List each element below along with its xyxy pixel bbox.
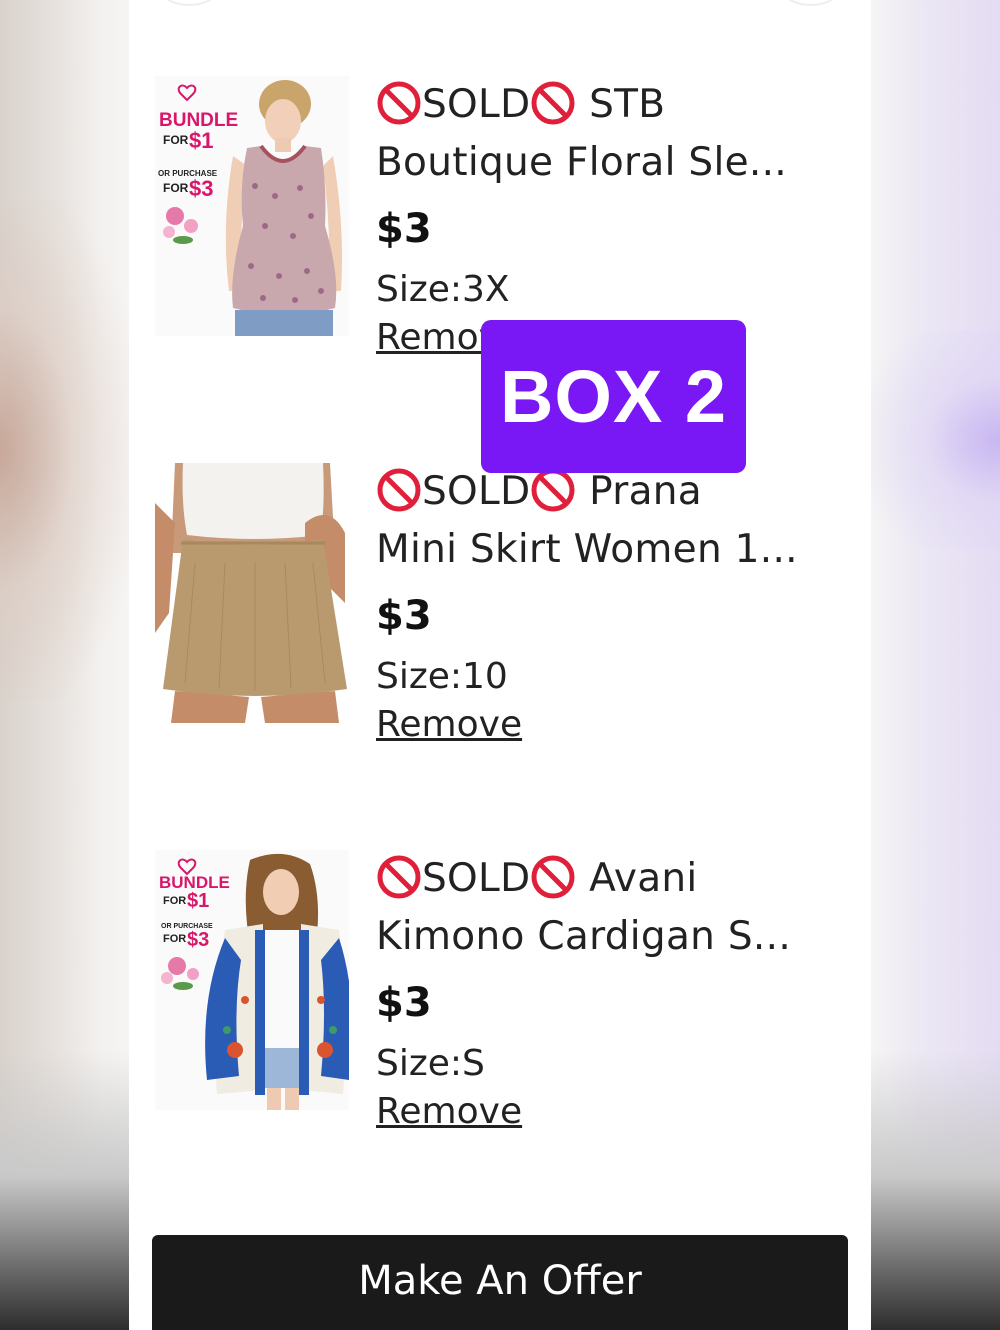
svg-text:$1: $1 (187, 890, 209, 912)
svg-text:$1: $1 (189, 128, 213, 153)
list-item: BUNDLE FOR $1 OR PURCHASE FOR $3 SOLD Av… (155, 850, 845, 1132)
item-title-line1: SOLD Avani (376, 850, 836, 908)
svg-text:FOR: FOR (163, 133, 189, 147)
floral-top-image: BUNDLE FOR $1 OR PURCHASE FOR $3 (155, 76, 349, 336)
size-value: 10 (462, 656, 508, 697)
prohibited-icon (376, 854, 422, 900)
mini-skirt-image (155, 463, 349, 723)
size-label: Size: (376, 1043, 463, 1084)
prohibited-icon (376, 467, 422, 513)
background-shadow-right (870, 1050, 1000, 1330)
item-size: Size:10 (376, 653, 836, 701)
prohibited-icon (530, 854, 576, 900)
list-item: BUNDLE FOR $1 OR PURCHASE FOR $3 SOLD ST… (155, 76, 845, 358)
background-blur-left (0, 200, 130, 700)
list-item: SOLD Prana Mini Skirt Women 1... $3 Size… (155, 463, 845, 745)
background-shadow-left (0, 1050, 130, 1330)
item-title-line2: Mini Skirt Women 1... (376, 527, 798, 572)
size-label: Size: (376, 269, 463, 310)
prohibited-icon (530, 80, 576, 126)
svg-text:$3: $3 (187, 929, 209, 951)
item-price: $3 (376, 593, 432, 639)
item-thumbnail-floral-top[interactable]: BUNDLE FOR $1 OR PURCHASE FOR $3 (155, 76, 349, 336)
brand-name: STB (589, 82, 666, 127)
brand-name: Avani (589, 856, 698, 901)
svg-text:FOR: FOR (163, 181, 189, 195)
size-value: 3X (462, 269, 510, 310)
background-blur-right (870, 330, 1000, 550)
make-offer-button[interactable]: Make An Offer (152, 1235, 848, 1330)
svg-text:FOR: FOR (163, 933, 186, 945)
kimono-cardigan-image: BUNDLE FOR $1 OR PURCHASE FOR $3 (155, 850, 349, 1110)
close-button-edge[interactable] (781, 0, 841, 6)
prohibited-icon (376, 80, 422, 126)
sold-label: SOLD (422, 856, 531, 901)
svg-text:$3: $3 (189, 176, 213, 201)
item-title-line2: Boutique Floral Sle... (376, 140, 787, 185)
size-value: S (462, 1043, 485, 1084)
box-overlay-label: BOX 2 (481, 320, 746, 473)
remove-link[interactable]: Remove (376, 701, 522, 749)
sold-label: SOLD (422, 469, 531, 514)
back-button-edge[interactable] (159, 0, 219, 6)
item-title-line1: SOLD STB (376, 76, 836, 134)
size-label: Size: (376, 656, 463, 697)
svg-text:FOR: FOR (163, 895, 186, 907)
item-price: $3 (376, 206, 432, 252)
sold-label: SOLD (422, 82, 531, 127)
item-title-line2: Kimono Cardigan S... (376, 914, 792, 959)
item-thumbnail-mini-skirt[interactable] (155, 463, 349, 723)
item-thumbnail-kimono-cardigan[interactable]: BUNDLE FOR $1 OR PURCHASE FOR $3 (155, 850, 349, 1110)
brand-name: Prana (589, 469, 703, 514)
item-size: Size:3X (376, 266, 836, 314)
prohibited-icon (530, 467, 576, 513)
remove-link[interactable]: Remove (376, 1088, 522, 1136)
item-size: Size:S (376, 1040, 836, 1088)
bundle-list-card: BUNDLE FOR $1 OR PURCHASE FOR $3 SOLD ST… (129, 0, 871, 1330)
item-price: $3 (376, 980, 432, 1026)
